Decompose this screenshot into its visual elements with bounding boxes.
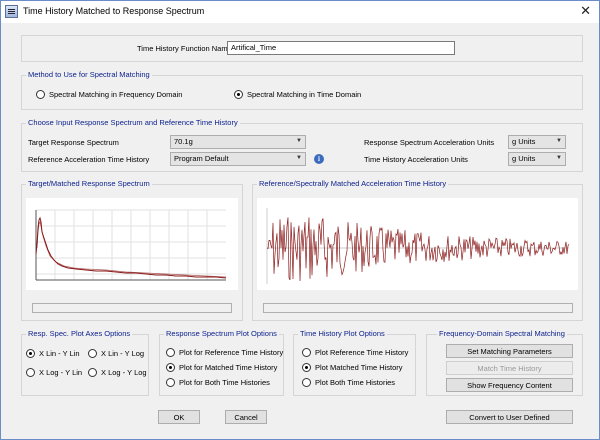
- history-scrollbar[interactable]: [263, 303, 573, 313]
- history-chart: [266, 208, 570, 284]
- dialog-window: Time History Matched to Response Spectru…: [0, 0, 600, 440]
- radio-dot: [26, 349, 35, 358]
- radio-th-matched[interactable]: Plot Matched Time History: [302, 363, 403, 372]
- match-time-history-button[interactable]: Match Time History: [446, 361, 573, 375]
- chevron-down-icon: ▼: [296, 155, 302, 161]
- rs-plot-options-group: Response Spectrum Plot Options Plot for …: [159, 329, 284, 396]
- th-units-value: g Units: [512, 154, 536, 163]
- chevron-down-icon: ▼: [556, 155, 562, 161]
- method-group: Method to Use for Spectral Matching Spec…: [21, 70, 583, 110]
- function-name-input[interactable]: Artifical_Time: [227, 41, 455, 55]
- cancel-button[interactable]: Cancel: [225, 410, 267, 424]
- radio-dot: [302, 348, 311, 357]
- inputs-group: Choose Input Response Spectrum and Refer…: [21, 118, 583, 172]
- window-title: Time History Matched to Response Spectru…: [23, 6, 205, 16]
- chevron-down-icon: ▼: [296, 138, 302, 144]
- history-plot-group: Reference/Spectrally Matched Acceleratio…: [252, 179, 583, 321]
- set-matching-parameters-button[interactable]: Set Matching Parameters: [446, 344, 573, 358]
- chevron-down-icon: ▼: [556, 138, 562, 144]
- radio-dot: [234, 90, 243, 99]
- radio-rs-reference[interactable]: Plot for Reference Time History: [166, 348, 283, 357]
- inputs-legend: Choose Input Response Spectrum and Refer…: [26, 118, 240, 127]
- freq-matching-legend: Frequency-Domain Spectral Matching: [437, 329, 567, 338]
- radio-label: Plot for Reference Time History: [179, 348, 284, 357]
- radio-xlin-ylin[interactable]: X Lin - Y Lin: [26, 349, 80, 358]
- radio-time-domain[interactable]: Spectral Matching in Time Domain: [234, 90, 361, 99]
- th-units-label: Time History Acceleration Units: [364, 155, 468, 164]
- radio-label: Plot for Both Time Histories: [179, 378, 270, 387]
- radio-xlin-ylog[interactable]: X Lin - Y Log: [88, 349, 144, 358]
- history-plot-legend: Reference/Spectrally Matched Acceleratio…: [257, 179, 449, 188]
- info-icon[interactable]: i: [314, 154, 324, 164]
- radio-label: Plot Matched Time History: [315, 363, 403, 372]
- radio-dot: [302, 363, 311, 372]
- convert-to-user-defined-button[interactable]: Convert to User Defined: [446, 410, 573, 424]
- ref-th-select[interactable]: Program Default ▼: [170, 152, 306, 166]
- ref-th-value: Program Default: [174, 154, 229, 163]
- rs-units-label: Response Spectrum Acceleration Units: [364, 138, 495, 147]
- target-rs-label: Target Response Spectrum: [28, 138, 119, 147]
- freq-matching-group: Frequency-Domain Spectral Matching Set M…: [426, 329, 583, 396]
- spectrum-plot-area: [26, 198, 238, 290]
- th-plot-options-legend: Time History Plot Options: [298, 329, 387, 338]
- function-name-group: Time History Function Name Artifical_Tim…: [21, 35, 583, 62]
- spectrum-chart: [35, 209, 227, 281]
- radio-label: X Log - Y Log: [101, 368, 147, 377]
- ref-th-label: Reference Acceleration Time History: [28, 155, 150, 164]
- target-rs-select[interactable]: 70.1g ▼: [170, 135, 306, 149]
- history-plot-area: [257, 198, 578, 290]
- close-icon[interactable]: ✕: [580, 3, 591, 19]
- target-rs-value: 70.1g: [174, 137, 193, 146]
- radio-xlog-ylin[interactable]: X Log - Y Lin: [26, 368, 82, 377]
- radio-dot: [88, 349, 97, 358]
- axes-options-legend: Resp. Spec. Plot Axes Options: [26, 329, 133, 338]
- axes-options-group: Resp. Spec. Plot Axes Options X Lin - Y …: [21, 329, 149, 396]
- radio-rs-both[interactable]: Plot for Both Time Histories: [166, 378, 270, 387]
- rs-units-value: g Units: [512, 137, 536, 146]
- radio-label: Plot Both Time Histories: [315, 378, 396, 387]
- radio-label: Plot for Matched Time History: [179, 363, 278, 372]
- title-bar: Time History Matched to Response Spectru…: [1, 1, 599, 23]
- rs-units-select[interactable]: g Units ▼: [508, 135, 566, 149]
- radio-dot: [166, 363, 175, 372]
- radio-dot: [36, 90, 45, 99]
- radio-label: Plot Reference Time History: [315, 348, 409, 357]
- rs-plot-options-legend: Response Spectrum Plot Options: [164, 329, 279, 338]
- radio-th-both[interactable]: Plot Both Time Histories: [302, 378, 395, 387]
- radio-dot: [302, 378, 311, 387]
- spectrum-plot-legend: Target/Matched Response Spectrum: [26, 179, 152, 188]
- th-units-select[interactable]: g Units ▼: [508, 152, 566, 166]
- function-name-label: Time History Function Name: [137, 44, 232, 53]
- radio-dot: [166, 378, 175, 387]
- radio-xlog-ylog[interactable]: X Log - Y Log: [88, 368, 147, 377]
- radio-label: Spectral Matching in Frequency Domain: [49, 90, 183, 99]
- app-icon: [5, 5, 18, 18]
- radio-rs-matched[interactable]: Plot for Matched Time History: [166, 363, 277, 372]
- th-plot-options-group: Time History Plot Options Plot Reference…: [293, 329, 416, 396]
- spectrum-scrollbar[interactable]: [32, 303, 232, 313]
- radio-label: Spectral Matching in Time Domain: [247, 90, 362, 99]
- radio-th-reference[interactable]: Plot Reference Time History: [302, 348, 408, 357]
- ok-button[interactable]: OK: [158, 410, 200, 424]
- radio-label: X Lin - Y Lin: [39, 349, 80, 358]
- radio-frequency-domain[interactable]: Spectral Matching in Frequency Domain: [36, 90, 182, 99]
- radio-dot: [88, 368, 97, 377]
- method-legend: Method to Use for Spectral Matching: [26, 70, 152, 79]
- radio-label: X Log - Y Lin: [39, 368, 83, 377]
- spectrum-plot-group: Target/Matched Response Spectrum: [21, 179, 243, 321]
- radio-label: X Lin - Y Log: [101, 349, 145, 358]
- radio-dot: [166, 348, 175, 357]
- show-frequency-content-button[interactable]: Show Frequency Content: [446, 378, 573, 392]
- radio-dot: [26, 368, 35, 377]
